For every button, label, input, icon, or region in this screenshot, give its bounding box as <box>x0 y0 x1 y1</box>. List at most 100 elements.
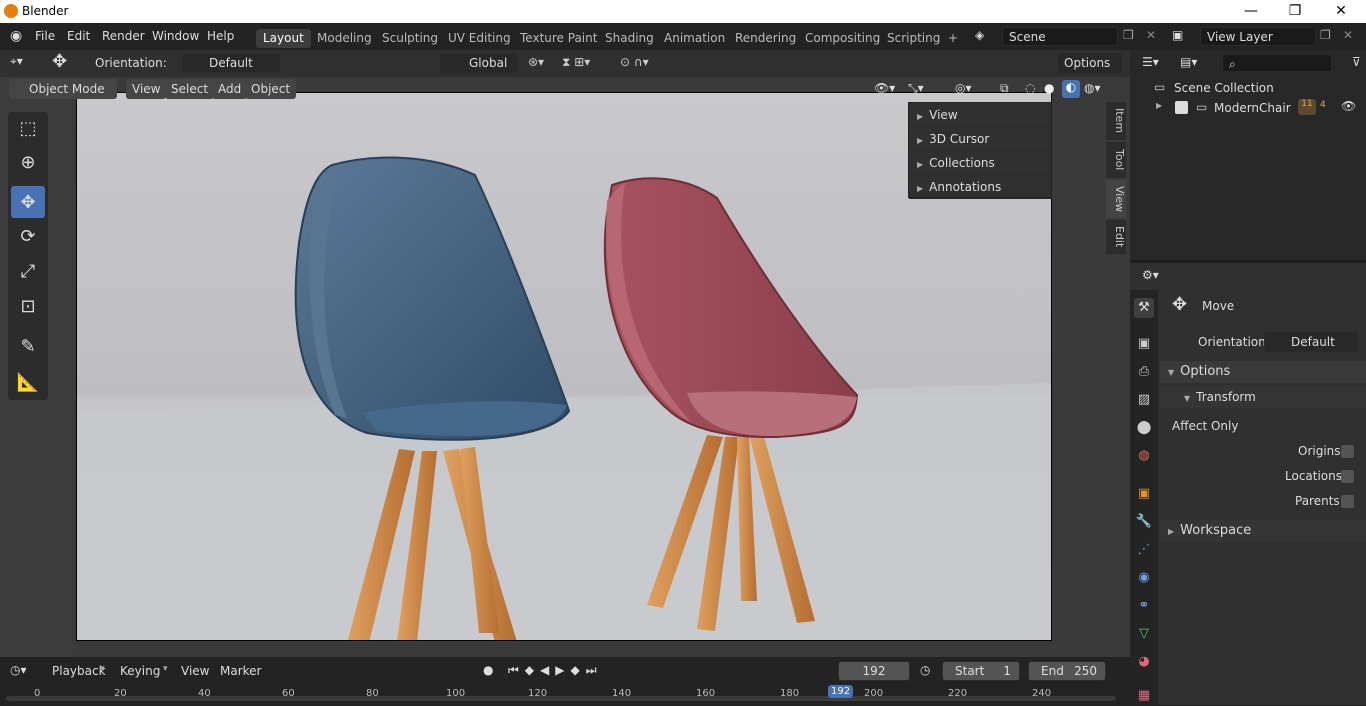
move-icon[interactable]: ✥ <box>11 186 45 218</box>
data-tab-icon[interactable]: ▽ <box>1134 624 1154 644</box>
transform-icon[interactable]: ⊡ <box>11 290 45 322</box>
menu-render[interactable]: Render <box>102 29 145 43</box>
tab-edit[interactable]: Edit <box>1106 220 1126 254</box>
select-box-icon[interactable]: ⬚ <box>11 112 45 144</box>
material-shading-icon[interactable]: ◐ <box>1062 80 1080 98</box>
particles-tab-icon[interactable]: ⋰ <box>1134 540 1154 560</box>
blender-menu-icon[interactable]: ◉ <box>10 28 22 44</box>
options-dropdown[interactable]: Options <box>1058 53 1122 73</box>
sidebar-item-annotations[interactable]: ▶ Annotations <box>909 175 1051 199</box>
menu-keying[interactable]: Keying <box>120 664 160 678</box>
close-button[interactable]: ✕ <box>1318 0 1364 23</box>
origins-checkbox[interactable] <box>1341 445 1354 458</box>
wireframe-shading-icon[interactable]: ◌ <box>1025 81 1035 95</box>
material-tab-icon[interactable]: ◕ <box>1134 652 1154 672</box>
tab-modeling[interactable]: Modeling <box>310 29 379 48</box>
menu-marker[interactable]: Marker <box>220 664 261 678</box>
output-tab-icon[interactable]: ⎙ <box>1134 362 1154 382</box>
menu-file[interactable]: File <box>35 29 55 43</box>
tab-sculpting[interactable]: Sculpting <box>375 29 445 48</box>
timeline-editor-icon[interactable]: ◷▾ <box>10 663 27 677</box>
minimize-button[interactable]: — <box>1228 0 1274 23</box>
object-label[interactable]: ModernChair <box>1214 101 1291 115</box>
current-frame-field[interactable]: 192 <box>838 661 910 681</box>
menu-object[interactable]: Object <box>245 79 297 99</box>
xray-icon[interactable]: ⧉ <box>1000 81 1009 96</box>
camera-view[interactable] <box>76 92 1052 641</box>
sidebar-item-3d-cursor[interactable]: ▶ 3D Cursor <box>909 127 1051 151</box>
viewlayer-field[interactable]: View Layer <box>1200 27 1316 46</box>
playback-controls[interactable]: ⏮◆◀▶◆⏭ <box>508 663 603 678</box>
move-tool-icon[interactable]: ✥ <box>52 51 67 72</box>
outliner-search-input[interactable]: ⌕ <box>1222 54 1332 72</box>
proportional-edit-icon[interactable]: ⊙ ∩▾ <box>620 55 649 69</box>
modifier-tab-icon[interactable]: 🔧 <box>1134 512 1154 532</box>
tab-tool[interactable]: Tool <box>1106 142 1126 178</box>
new-viewlayer-icon[interactable]: ❐ <box>1320 28 1331 42</box>
scene-field[interactable]: Scene <box>1002 27 1118 46</box>
tab-layout[interactable]: Layout <box>256 29 311 48</box>
view-layer-tab-icon[interactable]: ▨ <box>1134 390 1154 410</box>
tab-compositing[interactable]: Compositing <box>798 29 887 48</box>
tab-animation[interactable]: Animation <box>657 29 732 48</box>
annotate-icon[interactable]: ✎ <box>11 330 45 362</box>
expand-icon[interactable]: ▶ <box>1156 101 1162 110</box>
mesh-badge-icon[interactable]: 11 <box>1298 99 1316 115</box>
measure-icon[interactable]: 📐 <box>11 366 45 398</box>
overlays-icon[interactable]: ◎▾ <box>955 81 972 95</box>
maximize-button[interactable]: ❐ <box>1272 0 1318 23</box>
viewlayer-icon[interactable]: ▣ <box>1172 28 1183 42</box>
eye-icon[interactable]: 👁 <box>1341 99 1356 113</box>
editor-type-icon[interactable]: ⌖▾ <box>10 54 23 69</box>
menu-help[interactable]: Help <box>207 29 234 43</box>
filter-icon[interactable]: ⊽ <box>1352 55 1361 69</box>
render-tab-icon[interactable]: ▣ <box>1134 334 1154 354</box>
gizmo-icon[interactable]: ⤡▾ <box>908 81 924 96</box>
sidebar-item-view[interactable]: ▶ View <box>909 103 1051 127</box>
scene-tab-icon[interactable]: ⬤ <box>1134 418 1154 438</box>
scene-icon[interactable]: ◈ <box>975 28 984 42</box>
menu-select[interactable]: Select <box>165 79 215 99</box>
constraints-tab-icon[interactable]: ⚭ <box>1134 596 1154 616</box>
timeline-ruler[interactable]: 0 20 40 60 80 100 120 140 160 180 192 20… <box>6 685 1116 705</box>
workspace-panel-header[interactable]: ▶ Workspace <box>1160 520 1366 542</box>
snap-icon[interactable]: ⧗ ⊞▾ <box>562 55 590 70</box>
menu-edit[interactable]: Edit <box>67 29 90 43</box>
tab-rendering[interactable]: Rendering <box>728 29 803 48</box>
visibility-icon[interactable]: 👁▾ <box>874 81 895 95</box>
display-mode-icon[interactable]: ▤▾ <box>1180 55 1197 69</box>
scene-collection-label[interactable]: Scene Collection <box>1174 81 1274 95</box>
outliner-editor-icon[interactable]: ☰▾ <box>1142 55 1159 69</box>
tab-texture-paint[interactable]: Texture Paint <box>513 29 604 48</box>
new-scene-icon[interactable]: ❐ <box>1123 28 1134 42</box>
physics-tab-icon[interactable]: ◉ <box>1134 568 1154 588</box>
tab-scripting[interactable]: Scripting <box>880 29 947 48</box>
material-badge-icon[interactable]: 4 <box>1320 100 1326 110</box>
end-frame-field[interactable]: End 250 <box>1028 661 1106 681</box>
tab-shading[interactable]: Shading <box>598 29 661 48</box>
menu-window[interactable]: Window <box>152 29 199 43</box>
tab-uv-editing[interactable]: UV Editing <box>441 29 518 48</box>
scale-icon[interactable]: ⤢ <box>11 255 45 287</box>
parents-checkbox[interactable] <box>1341 495 1354 508</box>
texture-tab-icon[interactable]: ▦ <box>1134 686 1154 706</box>
remove-viewlayer-icon[interactable]: ✕ <box>1343 28 1353 42</box>
start-frame-field[interactable]: Start 1 <box>942 661 1020 681</box>
orientation-dropdown[interactable]: Default <box>182 53 280 73</box>
world-tab-icon[interactable]: ◍ <box>1134 446 1154 466</box>
menu-view[interactable]: View <box>126 79 167 99</box>
remove-scene-icon[interactable]: ✕ <box>1146 28 1156 42</box>
locations-checkbox[interactable] <box>1341 470 1354 483</box>
menu-playback[interactable]: Playback <box>52 664 106 678</box>
playhead-indicator[interactable]: 192 <box>828 685 854 698</box>
options-panel-header[interactable]: ▼ Options <box>1160 361 1366 383</box>
exclude-checkbox[interactable] <box>1175 101 1188 114</box>
rotate-icon[interactable]: ⟳ <box>11 220 45 252</box>
record-icon[interactable]: ● <box>483 663 493 677</box>
tool-tab-icon[interactable]: ⚒ <box>1134 298 1154 318</box>
sidebar-item-collections[interactable]: ▶ Collections <box>909 151 1051 175</box>
clock-icon[interactable]: ◷ <box>920 663 930 677</box>
solid-shading-icon[interactable]: ● <box>1044 81 1054 95</box>
object-mode-dropdown[interactable]: Object Mode <box>9 79 117 99</box>
tool-orientation-dropdown[interactable]: Default <box>1264 332 1358 352</box>
